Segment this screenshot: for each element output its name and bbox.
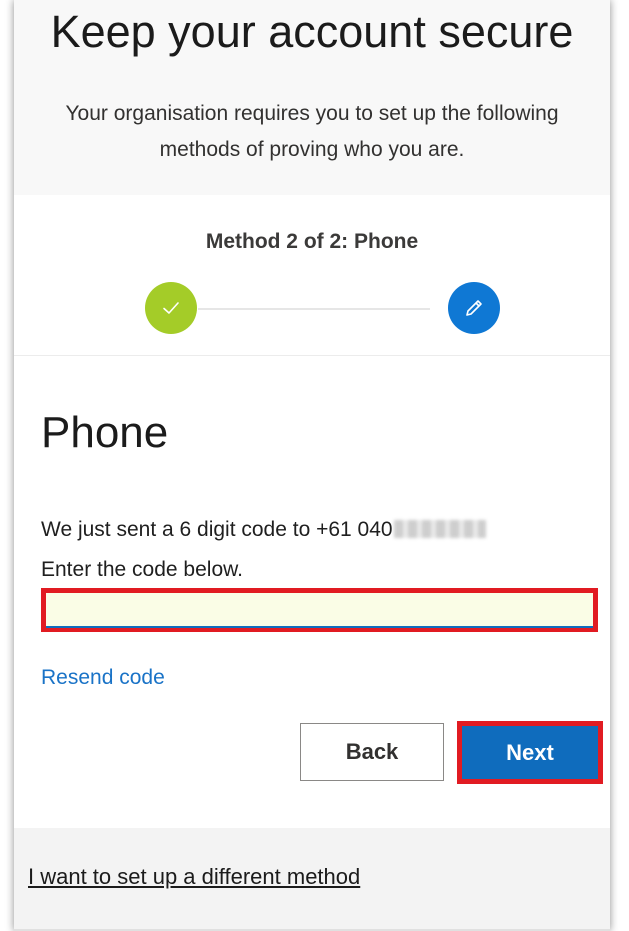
pencil-icon bbox=[466, 300, 482, 316]
step-2-current bbox=[448, 282, 500, 334]
back-button[interactable]: Back bbox=[300, 723, 444, 781]
phone-heading: Phone bbox=[41, 408, 169, 457]
security-setup-panel: Keep your account secure Your organisati… bbox=[14, 0, 610, 931]
different-method-link[interactable]: I want to set up a different method bbox=[28, 864, 360, 890]
step-title: Method 2 of 2: Phone bbox=[205, 230, 419, 253]
code-sent-message: We just sent a 6 digit code to +61 040 bbox=[41, 518, 486, 542]
step-1-complete bbox=[145, 282, 197, 334]
enter-code-instruction: Enter the code below. bbox=[41, 558, 243, 581]
code-input-underline bbox=[46, 626, 593, 628]
code-sent-text: We just sent a 6 digit code to +61 040 bbox=[41, 518, 393, 541]
header-section: Keep your account secure Your organisati… bbox=[14, 0, 610, 195]
checkmark-icon bbox=[163, 302, 179, 314]
subtitle-line-2: methods of proving who you are. bbox=[159, 138, 465, 161]
page-subtitle: Your organisation requires you to set up… bbox=[14, 96, 610, 168]
page-title: Keep your account secure bbox=[50, 6, 574, 57]
footer: I want to set up a different method bbox=[14, 828, 610, 931]
method-stepper: Method 2 of 2: Phone bbox=[14, 195, 610, 356]
subtitle-line-1: Your organisation requires you to set up… bbox=[65, 102, 559, 125]
resend-code-link[interactable]: Resend code bbox=[41, 664, 165, 686]
step-connector bbox=[198, 308, 430, 310]
next-button[interactable]: Next bbox=[462, 726, 598, 779]
redacted-phone-number bbox=[393, 520, 486, 538]
